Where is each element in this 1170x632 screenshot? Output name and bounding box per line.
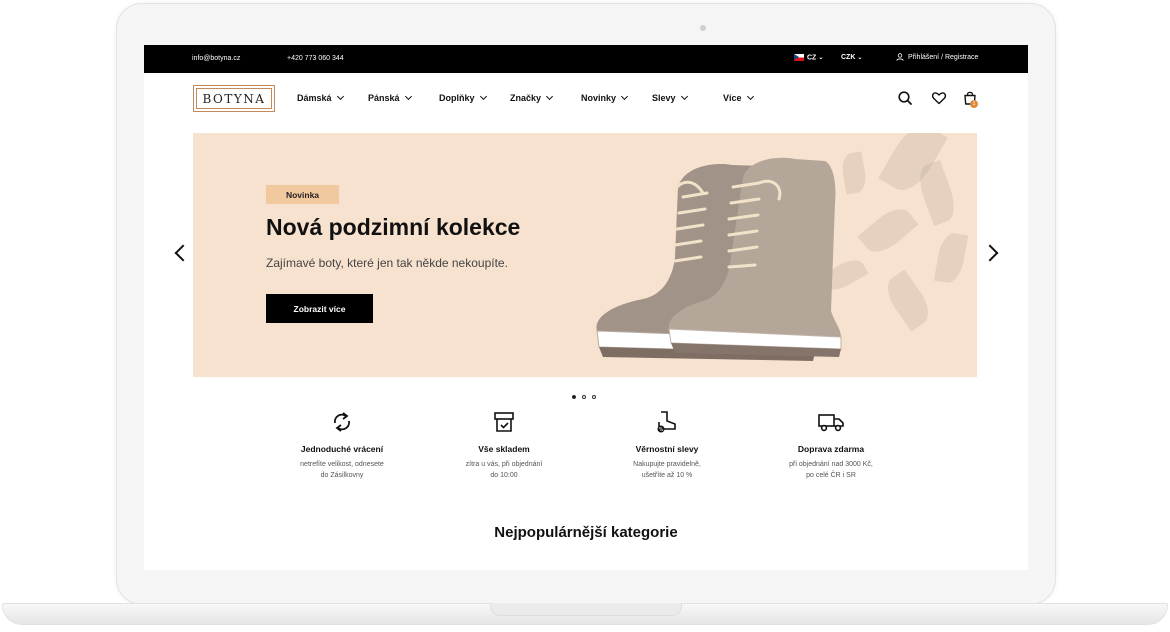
- feature-stock: Vše skladem zítra u vás, při objednání do…: [434, 410, 574, 481]
- hero-subtitle: Zajímavé boty, které jen tak někde nekou…: [266, 256, 508, 270]
- chevron-down-icon: [746, 92, 754, 101]
- chevron-down-icon: ⌄: [818, 55, 824, 62]
- email-link[interactable]: info@botyna.cz: [192, 55, 240, 62]
- nav-item-vice[interactable]: Více: [723, 92, 754, 103]
- logo-text: BOTYNA: [196, 88, 272, 109]
- nav-item-damska[interactable]: Dámská: [297, 92, 344, 103]
- nav-item-panska[interactable]: Pánská: [368, 92, 412, 103]
- chevron-down-icon: [404, 92, 412, 101]
- feature-line: při objednání nad 3000 Kč,: [789, 461, 873, 468]
- slider-dots: [572, 386, 602, 404]
- nav-label: Více: [723, 93, 742, 103]
- section-title: Nejpopulárnější kategorie: [494, 524, 678, 541]
- main-header: BOTYNA Dámská Pánská Doplňky Značky Novi…: [144, 73, 1028, 131]
- leaf-shadow: [913, 160, 961, 226]
- feature-line: ušetříte až 10 %: [641, 472, 693, 479]
- nav-label: Novinky: [581, 93, 617, 103]
- slider-dot[interactable]: [572, 395, 576, 399]
- login-link[interactable]: Přihlášení / Registrace: [896, 53, 978, 61]
- boots-image: [596, 157, 842, 361]
- feature-description: zítra u vás, při objednání do 10:00: [434, 459, 574, 481]
- feature-line: do Zásilkovny: [320, 472, 364, 479]
- nav-item-doplnky[interactable]: Doplňky: [439, 92, 487, 103]
- nav-label: Slevy: [652, 93, 676, 103]
- cart-count-badge: 1: [970, 100, 978, 108]
- nav-label: Značky: [510, 93, 542, 103]
- leaf-shadow: [839, 151, 869, 195]
- laptop-notch: [490, 603, 682, 616]
- nav-item-znacky[interactable]: Značky: [510, 92, 554, 103]
- website-screen: info@botyna.cz +420 773 060 344 CZ ⌄ CZK ⌄…: [144, 45, 1028, 570]
- boot-discount-icon: %: [657, 411, 676, 433]
- refresh-icon: [334, 412, 350, 432]
- nav-item-novinky[interactable]: Novinky: [581, 92, 629, 103]
- phone-link[interactable]: +420 773 060 344: [287, 55, 344, 62]
- feature-title: Jednoduché vrácení: [300, 444, 384, 454]
- feature-line: netrefíte velikost, odnesete: [300, 461, 384, 468]
- feature-title: Věrnostní slevy: [635, 444, 699, 454]
- feature-description: při objednání nad 3000 Kč, po celé ČR i S…: [761, 459, 901, 481]
- nav-label: Dámská: [297, 93, 332, 103]
- logo[interactable]: BOTYNA: [193, 85, 275, 112]
- nav-label: Doplňky: [439, 93, 475, 103]
- leaf-shadow: [933, 231, 969, 285]
- chevron-down-icon: [680, 92, 688, 101]
- czech-flag-icon: [794, 54, 804, 61]
- camera-icon: [700, 25, 706, 31]
- feature-loyalty: % Věrnostní slevy Nakupujte pravidelně, u…: [597, 410, 737, 481]
- nav-label: Pánská: [368, 93, 400, 103]
- nav-item-slevy[interactable]: Slevy: [652, 92, 688, 103]
- slider-prev-arrow-icon[interactable]: [174, 244, 192, 262]
- feature-description: Nakupujte pravidelně, ušetříte až 10 %: [597, 459, 737, 481]
- slider-dot[interactable]: [582, 395, 586, 399]
- currency-selector[interactable]: CZK ⌄: [841, 54, 862, 61]
- hero-title: Nová podzimní kolekce: [266, 214, 521, 240]
- truck-icon: [818, 414, 844, 432]
- feature-line: do 10:00: [490, 472, 518, 479]
- feature-returns: Jednoduché vrácení netrefíte velikost, o…: [272, 410, 412, 481]
- language-label: CZ: [807, 54, 817, 62]
- feature-line: Nakupujte pravidelně,: [633, 461, 701, 468]
- slider-next-arrow-icon[interactable]: [981, 244, 999, 262]
- user-icon: [896, 53, 904, 61]
- login-label: Přihlášení / Registrace: [908, 53, 979, 61]
- chevron-down-icon: [479, 92, 487, 101]
- feature-title: Vše skladem: [478, 444, 530, 454]
- stock-box-icon: [494, 412, 514, 432]
- currency-label: CZK: [841, 54, 856, 61]
- feature-line: po celé ČR i SR: [806, 472, 856, 479]
- search-icon[interactable]: [897, 90, 913, 106]
- chevron-down-icon: [620, 92, 629, 101]
- chevron-down-icon: [545, 92, 554, 101]
- hero-tag: Novinka: [266, 185, 339, 204]
- feature-line: zítra u vás, při objednání: [465, 461, 543, 468]
- hero-banner: Novinka Nová podzimní kolekce Zajímavé b…: [193, 133, 977, 377]
- feature-description: netrefíte velikost, odnesete do Zásilkovn…: [272, 459, 412, 481]
- feature-shipping: Doprava zdarma při objednání nad 3000 Kč…: [761, 410, 901, 481]
- leaf-shadow: [857, 201, 919, 260]
- show-more-button[interactable]: Zobrazit více: [266, 294, 373, 323]
- top-bar: info@botyna.cz +420 773 060 344 CZ ⌄ CZK ⌄…: [144, 45, 1028, 73]
- heart-icon[interactable]: [931, 90, 947, 106]
- leaf-shadow: [879, 269, 937, 332]
- chevron-down-icon: ⌄: [857, 55, 863, 61]
- language-selector[interactable]: CZ ⌄: [794, 54, 823, 61]
- svg-text:%: %: [659, 427, 664, 433]
- slider-dot[interactable]: [592, 395, 596, 399]
- chevron-down-icon: [336, 92, 344, 101]
- feature-title: Doprava zdarma: [797, 444, 865, 454]
